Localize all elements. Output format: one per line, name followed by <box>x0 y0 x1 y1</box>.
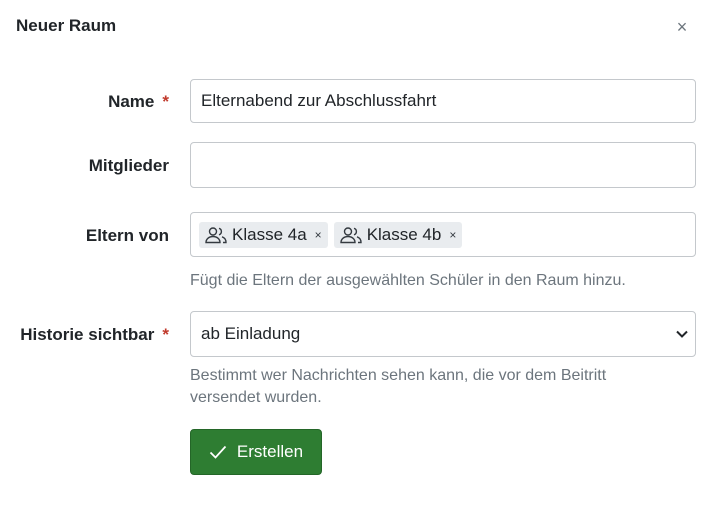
parents-of-label: Eltern von <box>86 226 169 246</box>
users-icon <box>339 226 362 243</box>
tag-remove-icon[interactable]: × <box>449 228 456 242</box>
history-visible-value: ab Einladung <box>201 324 301 343</box>
check-icon <box>209 445 227 459</box>
tag-label: Klasse 4b <box>366 224 442 244</box>
members-label: Mitglieder <box>89 156 169 176</box>
create-button-label: Erstellen <box>236 442 304 461</box>
required-marker: * <box>162 92 169 111</box>
parents-of-label-text: Eltern von <box>85 226 169 245</box>
required-marker: * <box>162 325 169 344</box>
name-label: Name * <box>108 92 169 112</box>
tag-klasse-4a: Klasse 4a × <box>199 221 328 248</box>
history-visible-help: Bestimmt wer Nachrichten sehen kann, die… <box>190 365 606 409</box>
parents-of-field[interactable]: Klasse 4a × Klasse 4b × <box>190 212 696 257</box>
history-help-line-1: Bestimmt wer Nachrichten sehen kann, die… <box>190 367 607 384</box>
members-label-text: Mitglieder <box>88 156 169 175</box>
members-field[interactable] <box>190 142 696 188</box>
chevron-down-icon <box>676 330 688 338</box>
name-label-text: Name <box>108 92 155 111</box>
history-visible-label: Historie sichtbar * <box>20 325 169 345</box>
users-icon <box>205 226 227 243</box>
history-help-line-2: versendet wurden. <box>190 389 322 406</box>
history-visible-label-text: Historie sichtbar <box>20 325 155 344</box>
dialog-title: Neuer Raum <box>16 16 117 35</box>
tag-label: Klasse 4a <box>232 224 307 244</box>
new-room-dialog: Neuer Raum × Name * Elternabend zur Absch… <box>0 0 712 509</box>
name-field-value: Elternabend zur Abschlussfahrt <box>201 91 437 110</box>
tag-remove-icon[interactable]: × <box>315 228 322 242</box>
parents-of-help: Fügt die Eltern der ausgewählten Schüler… <box>190 272 626 289</box>
close-icon[interactable]: × <box>672 16 692 38</box>
create-button[interactable]: Erstellen <box>190 429 322 475</box>
history-visible-select[interactable]: ab Einladung <box>190 311 696 357</box>
tag-klasse-4b: Klasse 4b × <box>333 221 463 248</box>
name-field[interactable]: Elternabend zur Abschlussfahrt <box>190 79 696 123</box>
